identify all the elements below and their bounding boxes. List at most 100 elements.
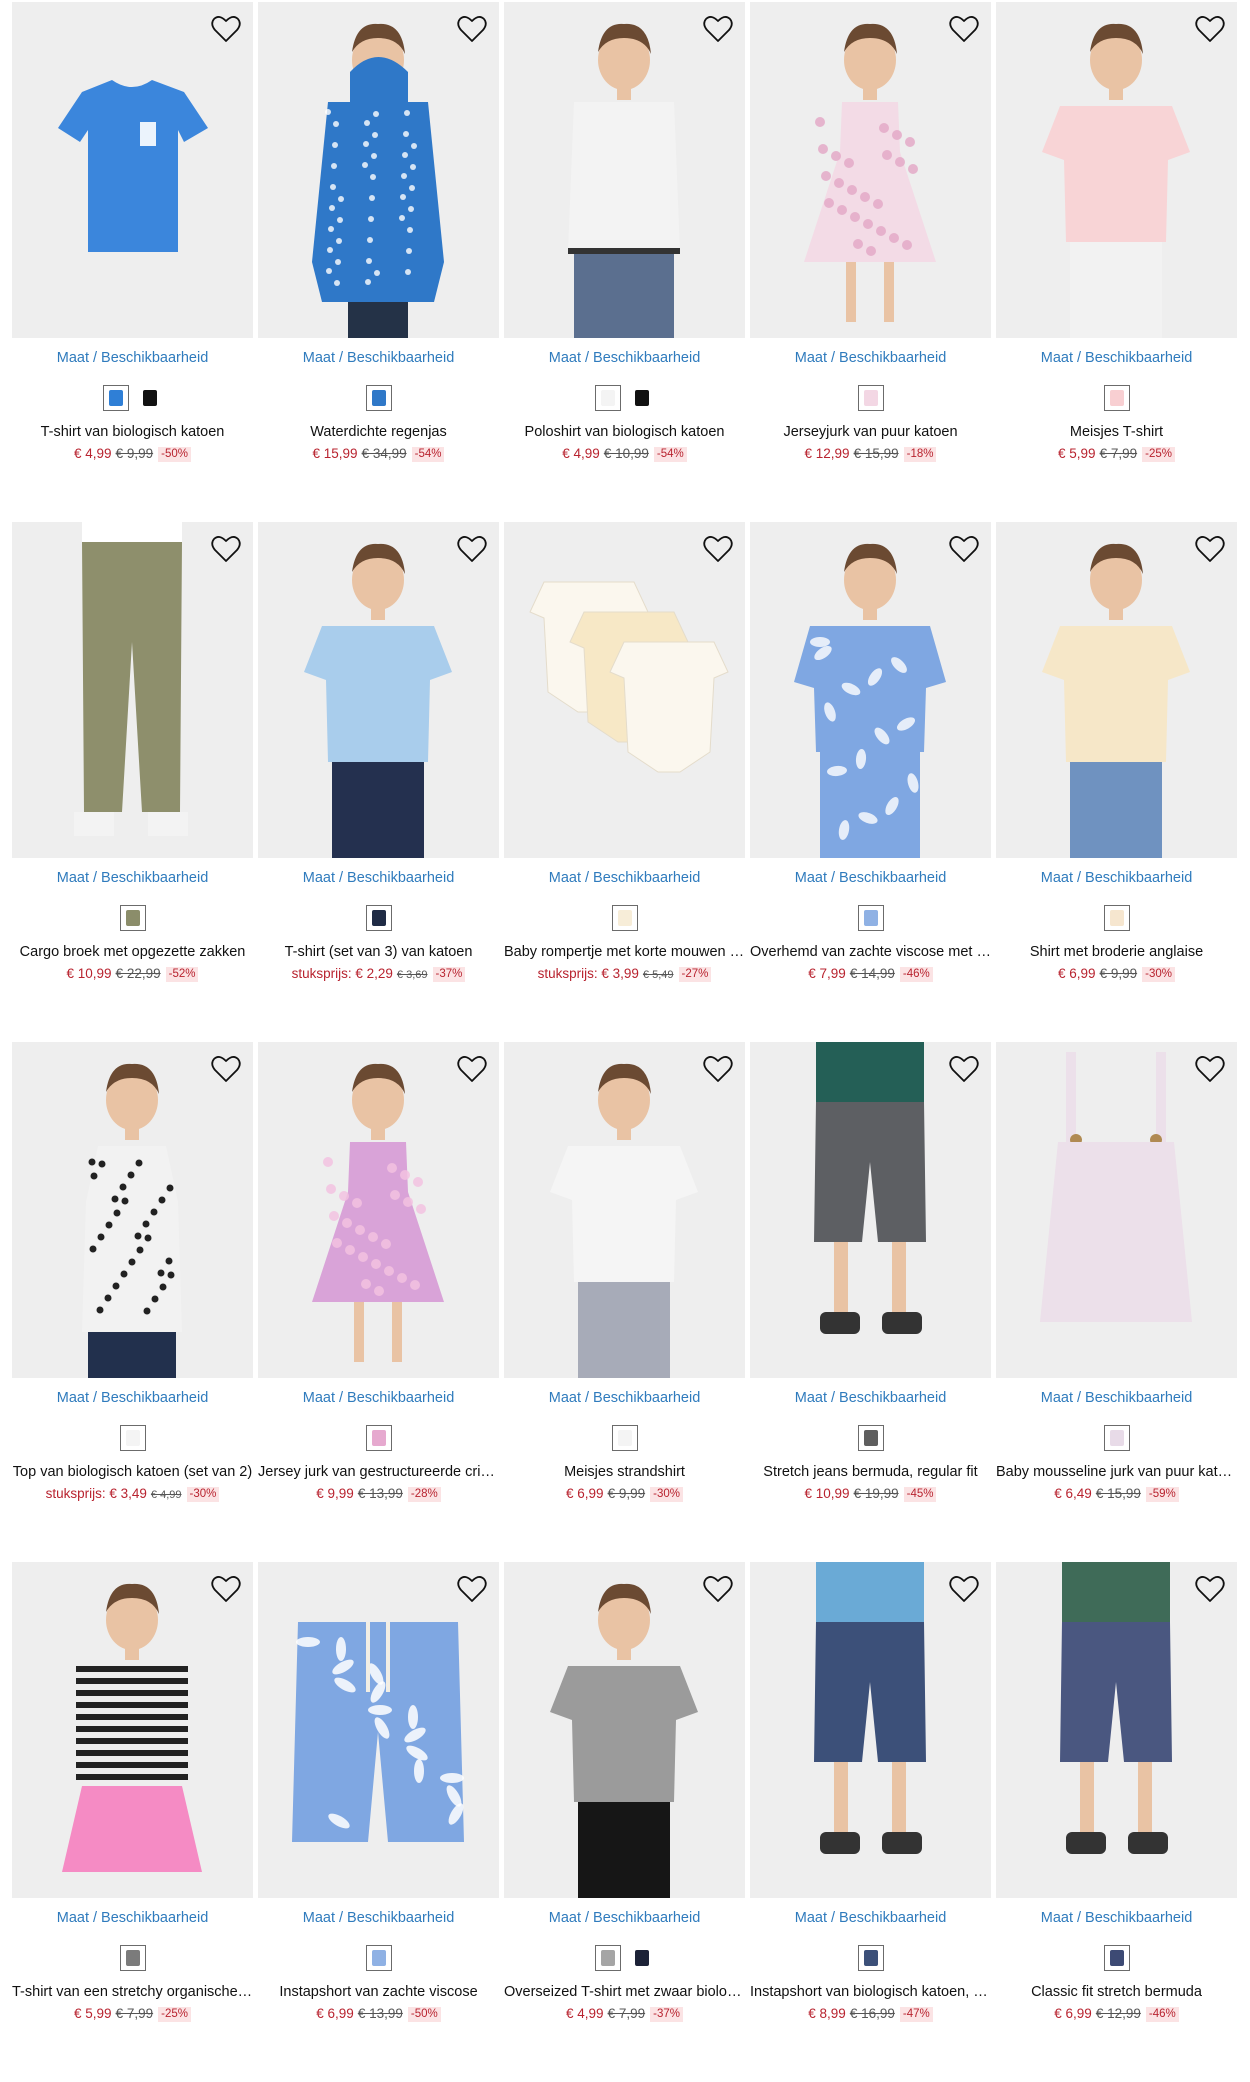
product-name[interactable]: Jersey jurk van gestructureerde crinkle [258,1464,499,1480]
size-availability-link[interactable]: Maat / Beschikbaarheid [504,1910,745,1926]
wishlist-heart-icon[interactable] [701,1572,735,1606]
size-availability-link[interactable]: Maat / Beschikbaarheid [750,350,991,366]
size-availability-link[interactable]: Maat / Beschikbaarheid [504,1390,745,1406]
wishlist-heart-icon[interactable] [1193,1572,1227,1606]
size-availability-link[interactable]: Maat / Beschikbaarheid [750,1910,991,1926]
product-name[interactable]: Meisjes T-shirt [996,424,1237,440]
color-swatch[interactable] [857,1425,884,1451]
product-image[interactable] [12,2,253,338]
color-swatch[interactable] [365,905,392,931]
wishlist-heart-icon[interactable] [455,1572,489,1606]
product-card[interactable]: Maat / Beschikbaarheid Classic fit stretc… [996,1562,1237,2042]
color-swatch[interactable] [594,385,621,411]
size-availability-link[interactable]: Maat / Beschikbaarheid [996,350,1237,366]
size-availability-link[interactable]: Maat / Beschikbaarheid [258,350,499,366]
product-card[interactable]: Maat / Beschikbaarheid Cargo broek met op… [12,522,253,1002]
color-swatch[interactable] [857,905,884,931]
product-card[interactable]: Maat / Beschikbaarheid Overhemd van zacht… [750,522,991,1002]
product-name[interactable]: Baby rompertje met korte mouwen (set van… [504,944,745,960]
product-card[interactable]: Maat / Beschikbaarheid Meisjes T-shirt € 5… [996,2,1237,482]
color-swatch[interactable] [119,905,146,931]
product-name[interactable]: Stretch jeans bermuda, regular fit [750,1464,991,1480]
size-availability-link[interactable]: Maat / Beschikbaarheid [12,870,253,886]
product-card[interactable]: Maat / Beschikbaarheid Instapshort van za… [258,1562,499,2042]
product-card[interactable]: Maat / Beschikbaarheid Top van biologisch… [12,1042,253,1522]
product-image[interactable] [504,1042,745,1378]
product-image[interactable] [258,522,499,858]
size-availability-link[interactable]: Maat / Beschikbaarheid [504,350,745,366]
color-swatch[interactable] [119,1945,146,1971]
size-availability-link[interactable]: Maat / Beschikbaarheid [750,870,991,886]
product-name[interactable]: Poloshirt van biologisch katoen [504,424,745,440]
product-name[interactable]: T-shirt van een stretchy organische kato… [12,1984,253,2000]
color-swatch[interactable] [137,385,163,411]
product-image[interactable] [504,522,745,858]
wishlist-heart-icon[interactable] [701,12,735,46]
size-availability-link[interactable]: Maat / Beschikbaarheid [258,870,499,886]
wishlist-heart-icon[interactable] [1193,1052,1227,1086]
product-card[interactable]: Maat / Beschikbaarheid T-shirt van een st… [12,1562,253,2042]
product-image[interactable] [750,2,991,338]
product-name[interactable]: Instapshort van zachte viscose [258,1984,499,2000]
product-name[interactable]: Baby mousseline jurk van puur katoen [996,1464,1237,1480]
product-image[interactable] [12,522,253,858]
wishlist-heart-icon[interactable] [947,532,981,566]
product-image[interactable] [504,2,745,338]
product-image[interactable] [258,2,499,338]
color-swatch[interactable] [594,1945,621,1971]
product-card[interactable]: Maat / Beschikbaarheid Baby mousseline ju… [996,1042,1237,1522]
product-card[interactable]: Maat / Beschikbaarheid Shirt met broderie… [996,522,1237,1002]
color-swatch[interactable] [365,385,392,411]
size-availability-link[interactable]: Maat / Beschikbaarheid [258,1910,499,1926]
product-card[interactable]: Maat / Beschikbaarheid Baby rompertje met… [504,522,745,1002]
product-name[interactable]: Overseized T-shirt met zwaar biologisch … [504,1984,745,2000]
product-image[interactable] [996,522,1237,858]
product-card[interactable]: Maat / Beschikbaarheid Stretch jeans berm… [750,1042,991,1522]
wishlist-heart-icon[interactable] [455,1052,489,1086]
color-swatch[interactable] [857,1945,884,1971]
wishlist-heart-icon[interactable] [1193,532,1227,566]
wishlist-heart-icon[interactable] [209,1052,243,1086]
product-image[interactable] [996,1562,1237,1898]
product-image[interactable] [750,1562,991,1898]
product-name[interactable]: Shirt met broderie anglaise [996,944,1237,960]
wishlist-heart-icon[interactable] [1193,12,1227,46]
color-swatch[interactable] [611,1425,638,1451]
color-swatch[interactable] [1103,1945,1130,1971]
product-card[interactable]: Maat / Beschikbaarheid Instapshort van bi… [750,1562,991,2042]
wishlist-heart-icon[interactable] [947,1052,981,1086]
size-availability-link[interactable]: Maat / Beschikbaarheid [996,1390,1237,1406]
color-swatch[interactable] [857,385,884,411]
product-card[interactable]: Maat / Beschikbaarheid Jerseyjurk van puu… [750,2,991,482]
product-image[interactable] [504,1562,745,1898]
wishlist-heart-icon[interactable] [947,1572,981,1606]
color-swatch[interactable] [1103,1425,1130,1451]
color-swatch[interactable] [611,905,638,931]
color-swatch[interactable] [629,1945,655,1971]
size-availability-link[interactable]: Maat / Beschikbaarheid [12,1390,253,1406]
product-name[interactable]: Jerseyjurk van puur katoen [750,424,991,440]
color-swatch[interactable] [365,1945,392,1971]
product-name[interactable]: T-shirt van biologisch katoen [12,424,253,440]
size-availability-link[interactable]: Maat / Beschikbaarheid [258,1390,499,1406]
product-card[interactable]: Maat / Beschikbaarheid Waterdichte regenj… [258,2,499,482]
product-card[interactable]: Maat / Beschikbaarheid Overseized T-shirt… [504,1562,745,2042]
product-card[interactable]: Maat / Beschikbaarheid T-shirt van biolog… [12,2,253,482]
color-swatch[interactable] [365,1425,392,1451]
product-image[interactable] [258,1562,499,1898]
color-swatch[interactable] [102,385,129,411]
product-name[interactable]: Overhemd van zachte viscose met print [750,944,991,960]
wishlist-heart-icon[interactable] [455,12,489,46]
product-name[interactable]: Meisjes strandshirt [504,1464,745,1480]
product-name[interactable]: Top van biologisch katoen (set van 2) [12,1464,253,1480]
color-swatch[interactable] [1103,385,1130,411]
wishlist-heart-icon[interactable] [209,532,243,566]
wishlist-heart-icon[interactable] [209,1572,243,1606]
product-name[interactable]: Cargo broek met opgezette zakken [12,944,253,960]
product-card[interactable]: Maat / Beschikbaarheid Jersey jurk van ge… [258,1042,499,1522]
size-availability-link[interactable]: Maat / Beschikbaarheid [12,1910,253,1926]
color-swatch[interactable] [1103,905,1130,931]
wishlist-heart-icon[interactable] [947,12,981,46]
size-availability-link[interactable]: Maat / Beschikbaarheid [12,350,253,366]
wishlist-heart-icon[interactable] [701,532,735,566]
